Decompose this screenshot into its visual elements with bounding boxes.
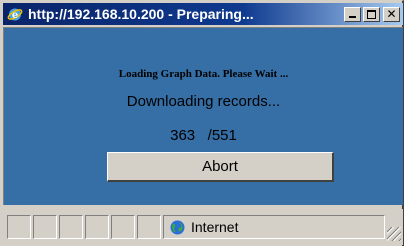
status-cell: [59, 215, 83, 239]
zone-label: Internet: [191, 219, 239, 235]
status-cell: [33, 215, 57, 239]
security-zone: Internet: [163, 215, 385, 239]
close-icon: ✕: [386, 7, 397, 21]
status-cell: [137, 215, 161, 239]
status-bar: Internet: [3, 209, 403, 245]
status-cell: [111, 215, 135, 239]
minimize-button[interactable]: [344, 6, 361, 22]
records-total: /551: [207, 127, 237, 144]
record-progress: 363 /551: [4, 127, 403, 144]
svg-text:e: e: [12, 10, 18, 21]
resize-grip[interactable]: [387, 227, 401, 241]
browser-popup-window: e http://192.168.10.200 - Preparing... ✕…: [0, 0, 404, 246]
records-current: 363: [170, 127, 196, 144]
status-cell: [85, 215, 109, 239]
title-bar[interactable]: e http://192.168.10.200 - Preparing... ✕: [3, 3, 403, 25]
abort-button[interactable]: Abort: [107, 152, 334, 182]
loading-message: Loading Graph Data. Please Wait ...: [118, 68, 289, 80]
download-status: Downloading records...: [126, 93, 281, 110]
window-title: http://192.168.10.200 - Preparing...: [28, 6, 254, 22]
dialog-content: Loading Graph Data. Please Wait ... Down…: [3, 27, 403, 205]
globe-icon: [170, 220, 185, 235]
close-button[interactable]: ✕: [383, 6, 400, 22]
status-cell: [7, 215, 31, 239]
maximize-button[interactable]: [363, 6, 380, 22]
internet-explorer-icon: e: [6, 5, 24, 23]
